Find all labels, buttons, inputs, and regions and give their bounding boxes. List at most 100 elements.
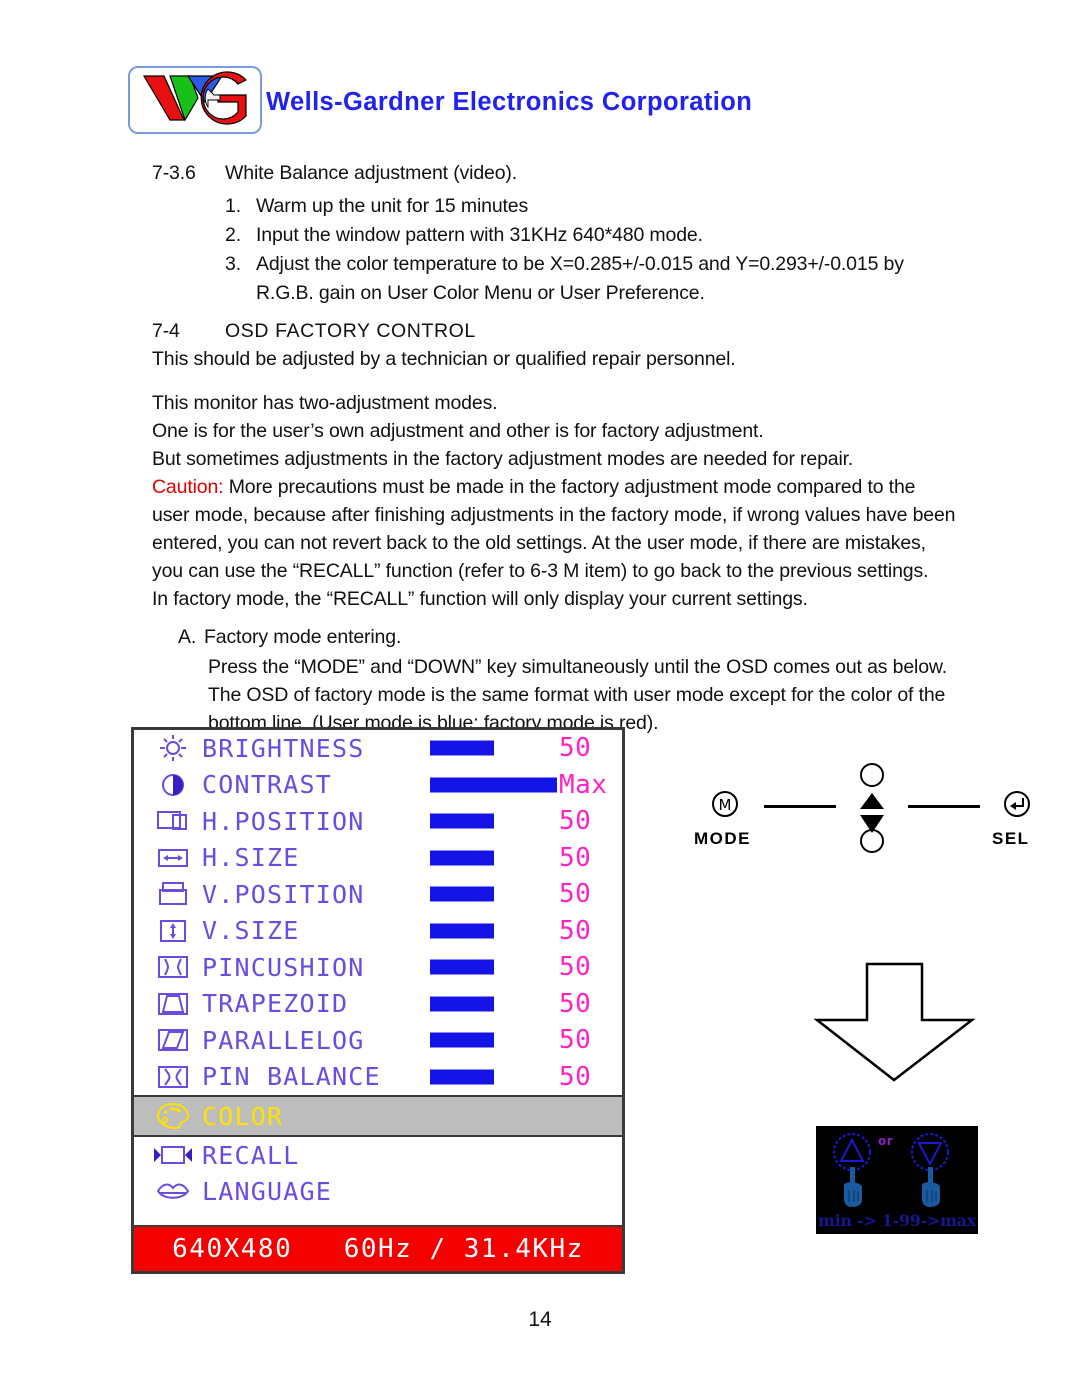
up-button-circle	[860, 763, 884, 787]
osd-value-pincushion: 50	[559, 952, 592, 983]
osd-value-v-position: 50	[559, 879, 592, 910]
osd-bar-v-position[interactable]	[430, 886, 494, 902]
caution-label: Caution:	[152, 476, 224, 498]
osd-label-h-position: H.POSITION	[202, 806, 365, 836]
osd-label-v-size: V.SIZE	[202, 916, 300, 946]
parallelog-icon	[150, 1027, 196, 1053]
section-7-4-line-3: One is for the user’s own adjustment and…	[152, 420, 764, 442]
item-a-line-2: The OSD of factory mode is the same form…	[208, 684, 946, 706]
brightness-icon	[150, 733, 196, 763]
up-triangle-icon	[860, 793, 884, 809]
section-7-4-line-2: This monitor has two-adjustment modes.	[152, 392, 498, 414]
pincushion-icon	[150, 954, 196, 980]
section-7-4-line-1: This should be adjusted by a technician …	[152, 348, 736, 370]
osd-row-trapezoid[interactable]: TRAPEZOID 50	[134, 986, 622, 1023]
osd-bar-v-size[interactable]	[430, 923, 494, 939]
page-header: Wells-Gardner Electronics Corporation	[128, 66, 988, 134]
osd-value-h-size: 50	[559, 842, 592, 873]
contrast-icon	[150, 771, 196, 799]
osd-value-parallelog: 50	[559, 1025, 592, 1056]
connector-line-left	[764, 805, 836, 808]
osd-bar-contrast[interactable]	[430, 777, 557, 793]
osd-value-pin-balance: 50	[559, 1061, 592, 1092]
section-7-3-6-number: 7-3.6	[152, 162, 196, 184]
osd-row-recall[interactable]: RECALL	[134, 1137, 622, 1174]
osd-bar-pincushion[interactable]	[430, 959, 494, 975]
osd-bar-h-size[interactable]	[430, 850, 494, 866]
color-palette-icon	[150, 1101, 196, 1131]
osd-label-language: LANGUAGE	[202, 1177, 333, 1207]
trapezoid-icon	[150, 991, 196, 1017]
caution-line-2: user mode, because after finishing adjus…	[152, 504, 956, 526]
osd-row-pincushion[interactable]: PINCUSHION 50	[134, 949, 622, 986]
caution-line-1: Caution: More precautions must be made i…	[152, 476, 915, 499]
caution-line-4: you can use the “RECALL” function (refer…	[152, 560, 929, 582]
down-button-circle	[860, 829, 884, 853]
pointing-hand-icon	[922, 1167, 940, 1207]
sel-button-label: SEL	[992, 829, 1030, 848]
osd-value-trapezoid: 50	[559, 988, 592, 1019]
osd-label-color: COLOR	[202, 1101, 284, 1131]
osd-menu-panel[interactable]: BRIGHTNESS 50 CONTRAST Max H.POSITION 50	[131, 727, 625, 1274]
osd-row-parallelog[interactable]: PARALLELOG 50	[134, 1022, 622, 1059]
page-number: 14	[528, 1308, 552, 1331]
h-position-icon	[150, 809, 196, 833]
osd-label-v-position: V.POSITION	[202, 879, 365, 909]
sel-button-icon[interactable]	[996, 789, 1038, 823]
section-7-4-line-4: But sometimes adjustments in the factory…	[152, 448, 854, 470]
osd-bar-h-position[interactable]	[430, 813, 494, 829]
company-name: Wells-Gardner Electronics Corporation	[266, 88, 753, 116]
osd-value-h-position: 50	[559, 806, 592, 837]
osd-label-trapezoid: TRAPEZOID	[202, 989, 349, 1019]
button-diagram: M MODE SEL	[676, 757, 1066, 877]
osd-label-h-size: H.SIZE	[202, 843, 300, 873]
mode-button-icon[interactable]: M	[704, 789, 746, 823]
list-number-3: 3.	[225, 253, 241, 275]
osd-bar-trapezoid[interactable]	[430, 996, 494, 1012]
osd-row-language[interactable]: LANGUAGE	[134, 1174, 622, 1211]
osd-bar-pin-balance[interactable]	[430, 1069, 494, 1085]
caution-line-3: entered, you can not revert back to the …	[152, 532, 926, 554]
list-text-3-cont: R.G.B. gain on User Color Menu or User P…	[256, 282, 705, 304]
list-text-2: Input the window pattern with 31KHz 640*…	[256, 224, 703, 246]
osd-label-parallelog: PARALLELOG	[202, 1025, 365, 1055]
list-number-1: 1.	[225, 195, 241, 217]
osd-label-recall: RECALL	[202, 1140, 300, 1170]
down-arrow-icon	[813, 962, 976, 1082]
caution-line-5: In factory mode, the “RECALL” function w…	[152, 588, 808, 610]
wells-gardner-logo	[128, 66, 262, 134]
recall-icon	[150, 1143, 196, 1167]
osd-value-brightness: 50	[559, 733, 592, 764]
osd-row-v-size[interactable]: V.SIZE 50	[134, 913, 622, 950]
osd-bar-parallelog[interactable]	[430, 1032, 494, 1048]
osd-label-pincushion: PINCUSHION	[202, 952, 365, 982]
pin-balance-icon	[150, 1064, 196, 1090]
item-a-title: Factory mode entering.	[204, 626, 402, 648]
list-number-2: 2.	[225, 224, 241, 246]
h-size-icon	[150, 846, 196, 870]
mode-button-label: MODE	[694, 829, 751, 848]
up-down-button-cluster[interactable]	[846, 763, 898, 853]
osd-label-pin-balance: PIN BALANCE	[202, 1062, 381, 1092]
osd-row-h-position[interactable]: H.POSITION 50	[134, 803, 622, 840]
section-7-3-6-title: White Balance adjustment (video).	[225, 162, 518, 184]
mini-or-label: or	[878, 1134, 894, 1148]
caution-text-1: More precautions must be made in the fac…	[223, 476, 916, 498]
osd-status-text: 640X480 60Hz / 31.4KHz	[172, 1234, 584, 1264]
osd-row-color[interactable]: COLOR	[134, 1095, 622, 1137]
pointing-hand-icon	[844, 1167, 862, 1207]
osd-bar-brightness[interactable]	[430, 740, 494, 756]
section-7-4-number: 7-4	[152, 320, 180, 342]
v-size-icon	[150, 918, 196, 944]
osd-row-contrast[interactable]: CONTRAST Max	[134, 767, 622, 804]
v-position-icon	[150, 881, 196, 907]
osd-status-bar: 640X480 60Hz / 31.4KHz	[134, 1225, 622, 1271]
osd-value-contrast: Max	[559, 769, 608, 800]
osd-row-brightness[interactable]: BRIGHTNESS 50	[134, 730, 622, 767]
osd-row-v-position[interactable]: V.POSITION 50	[134, 876, 622, 913]
osd-row-h-size[interactable]: H.SIZE 50	[134, 840, 622, 877]
mini-osd-caption: min -> 1-99->max	[818, 1211, 976, 1230]
item-a-label: A.	[178, 626, 197, 648]
osd-label-brightness: BRIGHTNESS	[202, 733, 365, 763]
osd-row-pin-balance[interactable]: PIN BALANCE 50	[134, 1059, 622, 1096]
